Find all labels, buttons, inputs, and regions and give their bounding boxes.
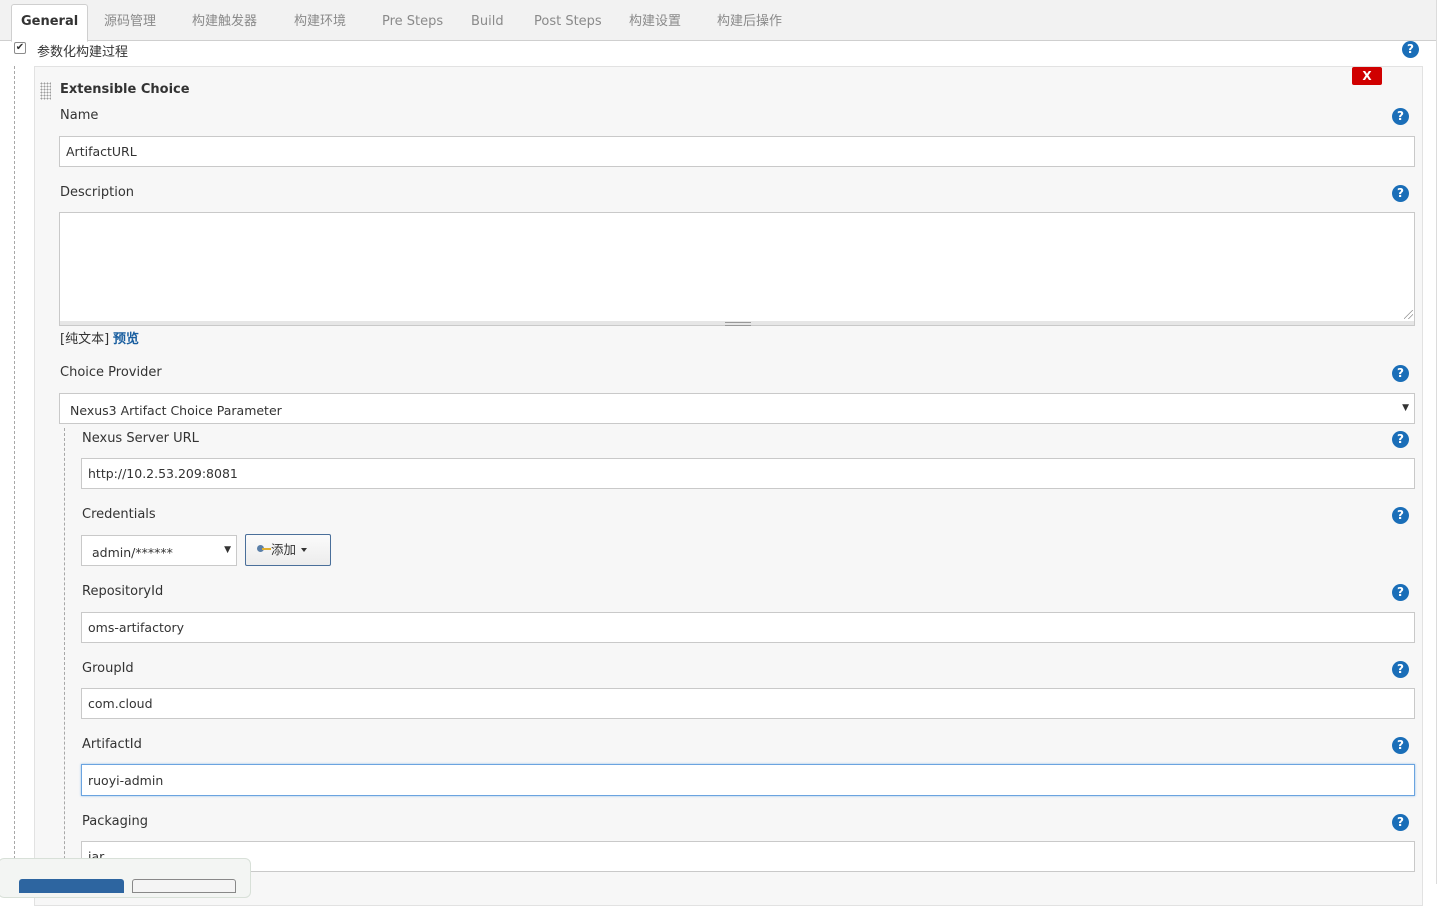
artifact-id-input[interactable] [81, 764, 1415, 796]
textarea-resize-handle[interactable] [59, 321, 1415, 326]
key-icon [257, 545, 271, 553]
tab-bar: General 源码管理 构建触发器 构建环境 Pre Steps Build … [0, 0, 1436, 42]
choice-provider-select[interactable]: Nexus3 Artifact Choice Parameter ▼ [59, 393, 1415, 424]
tab-post-steps[interactable]: Post Steps [534, 0, 602, 41]
tab-post-build-actions[interactable]: 构建后操作 [717, 0, 782, 41]
help-icon[interactable]: ? [1392, 507, 1409, 524]
help-icon[interactable]: ? [1392, 365, 1409, 382]
tab-source-management[interactable]: 源码管理 [104, 0, 156, 41]
save-button[interactable] [19, 879, 124, 893]
credentials-label: Credentials [82, 507, 156, 522]
tab-general[interactable]: General [11, 4, 89, 42]
nexus-server-url-label: Nexus Server URL [82, 431, 199, 446]
choice-provider-value: Nexus3 Artifact Choice Parameter [70, 403, 282, 418]
section-guide-line [14, 66, 15, 884]
description-textarea[interactable] [59, 212, 1415, 322]
help-icon[interactable]: ? [1392, 431, 1409, 448]
name-label: Name [60, 108, 99, 123]
packaging-input[interactable] [81, 841, 1415, 872]
group-id-input[interactable] [81, 688, 1415, 719]
artifact-id-label: ArtifactId [82, 737, 142, 752]
provider-guide-line [64, 428, 65, 884]
dropdown-arrow-icon: ▼ [224, 545, 231, 555]
tab-build[interactable]: Build [471, 0, 504, 41]
parameter-type-title: Extensible Choice [60, 82, 190, 97]
tab-build-environment[interactable]: 构建环境 [294, 0, 346, 41]
help-icon[interactable]: ? [1392, 737, 1409, 754]
tab-build-triggers[interactable]: 构建触发器 [192, 0, 257, 41]
help-icon[interactable]: ? [1392, 108, 1409, 125]
nexus-server-url-input[interactable] [81, 458, 1415, 489]
help-icon[interactable]: ? [1392, 661, 1409, 678]
preview-link[interactable]: 预览 [113, 328, 139, 347]
packaging-label: Packaging [82, 814, 148, 829]
plain-text-label: [纯文本] [60, 332, 110, 347]
choice-provider-label: Choice Provider [60, 365, 162, 380]
description-label: Description [60, 185, 135, 200]
group-id-label: GroupId [82, 661, 134, 676]
help-icon[interactable]: ? [1392, 185, 1409, 202]
help-icon[interactable]: ? [1392, 814, 1409, 831]
apply-button[interactable] [132, 879, 236, 893]
credentials-value: admin/****** [92, 545, 173, 560]
tab-pre-steps[interactable]: Pre Steps [382, 0, 443, 41]
credentials-select[interactable]: admin/****** ▼ [81, 535, 237, 566]
help-icon[interactable]: ? [1392, 584, 1409, 601]
resize-corner-icon[interactable] [1404, 310, 1413, 319]
parameterized-build-label: 参数化构建过程 [37, 45, 129, 60]
page-right-border [1436, 0, 1437, 884]
delete-parameter-button[interactable]: X [1352, 67, 1382, 85]
parameterized-build-checkbox[interactable]: ✔ [14, 42, 26, 54]
name-input[interactable] [59, 136, 1415, 167]
chevron-down-icon [301, 547, 308, 552]
dropdown-arrow-icon: ▼ [1402, 403, 1409, 413]
add-credentials-button[interactable]: 添加 [245, 534, 331, 566]
repository-id-input[interactable] [81, 612, 1415, 643]
drag-handle-icon[interactable] [40, 82, 51, 100]
help-icon[interactable]: ? [1402, 41, 1419, 58]
repository-id-label: RepositoryId [82, 584, 164, 599]
tab-build-settings[interactable]: 构建设置 [629, 0, 681, 41]
add-credentials-label: 添加 [271, 542, 297, 557]
